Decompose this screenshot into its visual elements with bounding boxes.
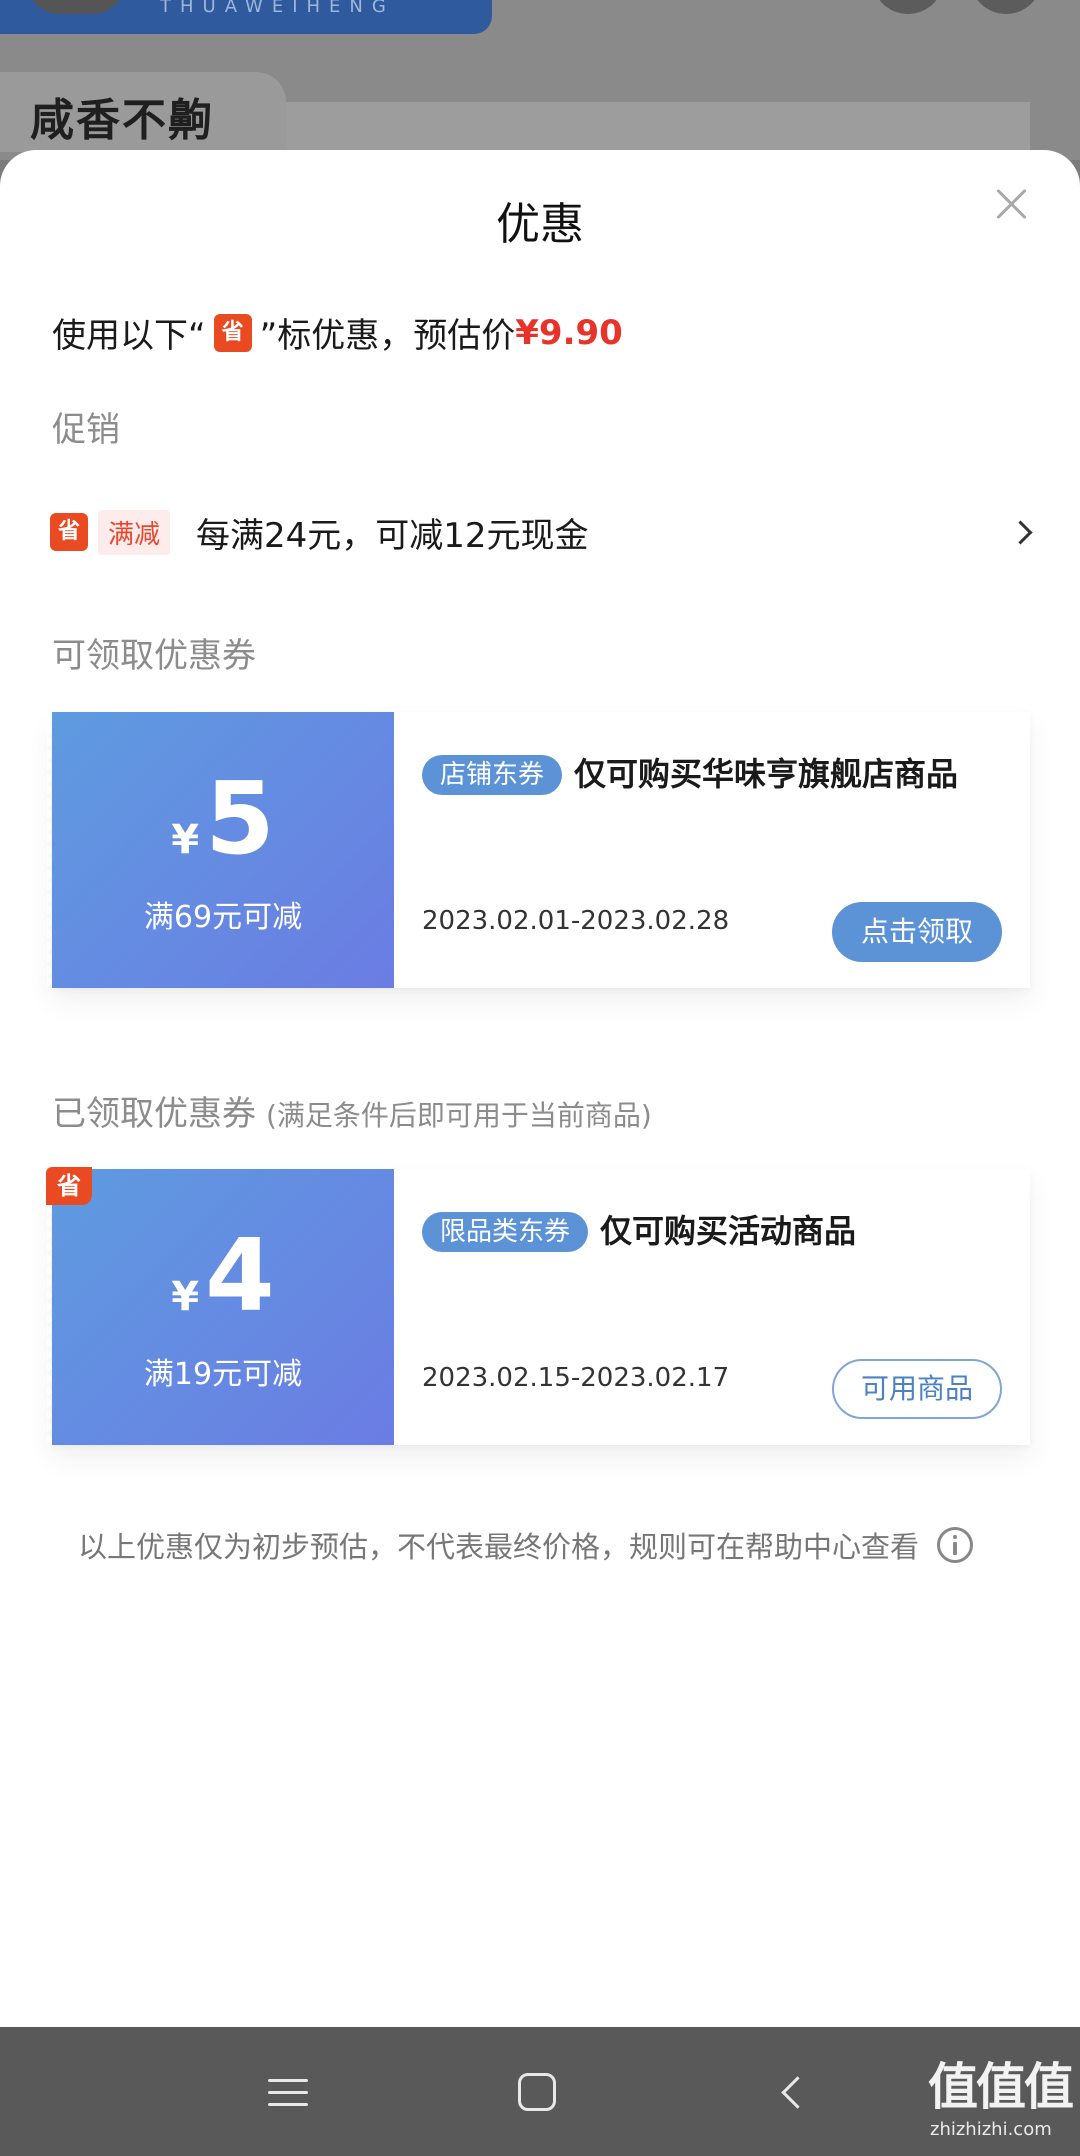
product-tag-text: 咸香不齁 [30, 95, 214, 146]
promo-section-label: 促销 [52, 410, 120, 450]
coupon-title: 店铺东券 仅可购买华味亨旗舰店商品 [422, 748, 970, 800]
view-eligible-products-button[interactable]: 可用商品 [832, 1359, 1002, 1419]
coupon-amount: ¥4 [52, 1221, 394, 1352]
claim-coupon-button[interactable]: 点击领取 [832, 902, 1002, 962]
disclaimer: 以上优惠仅为初步预估，不代表最终价格，规则可在帮助中心查看 [78, 1524, 974, 1566]
estimated-price: ¥9.90 [515, 312, 623, 353]
estimate-price-line: 使用以下“ 省 ”标优惠，预估价 ¥9.90 [52, 308, 623, 357]
coupon-type-tag: 店铺东券 [422, 755, 563, 795]
system-nav-bar: 值值值 zhizhizhi.com [0, 2027, 1080, 2156]
coupon-details: 限品类东券 仅可购买活动商品 2023.02.15-2023.02.17 可用商品 [394, 1169, 1030, 1445]
back-icon[interactable] [778, 2075, 808, 2109]
coupon-card: ¥5 满69元可减 店铺东券 仅可购买华味亨旗舰店商品 2023.02.01-20… [47, 712, 1030, 988]
coupon-validity-dates: 2023.02.15-2023.02.17 [422, 1363, 730, 1393]
disclaimer-text: 以上优惠仅为初步预估，不代表最终价格，规则可在帮助中心查看 [78, 1530, 920, 1564]
promo-text: 每满24元，可减12元现金 [196, 515, 589, 556]
currency-symbol: ¥ [171, 1274, 200, 1320]
coupon-details: 店铺东券 仅可购买华味亨旗舰店商品 2023.02.01-2023.02.28 点… [394, 712, 1030, 988]
coupon-description: 仅可购买华味亨旗舰店商品 [574, 755, 959, 793]
coupon-amount-value: 5 [205, 760, 275, 877]
coupon-condition: 满19元可减 [143, 1357, 303, 1392]
recent-apps-icon[interactable] [268, 2075, 308, 2109]
sheet-title: 优惠 [496, 199, 584, 250]
sheng-badge-icon: 省 [50, 513, 88, 551]
claimed-coupons-note: (满足条件后即可用于当前商品) [266, 1099, 652, 1132]
coupon-value-panel: ¥5 满69元可减 [47, 712, 394, 988]
coupon-validity-dates: 2023.02.01-2023.02.28 [422, 906, 730, 936]
coupon-value-panel: ¥4 满19元可减 [47, 1169, 394, 1445]
available-coupons-label: 可领取优惠券 [52, 636, 256, 676]
estimate-prefix: 使用以下“ [52, 316, 206, 356]
share-icon [872, 0, 944, 14]
more-icon [970, 0, 1042, 14]
coupon-amount: ¥5 [52, 764, 394, 895]
brand-banner-text: THUAWEIHENG [160, 0, 395, 17]
info-icon[interactable] [937, 1527, 974, 1563]
coupon-amount-value: 4 [205, 1217, 275, 1334]
home-icon[interactable] [518, 2073, 556, 2111]
coupon-description: 仅可购买活动商品 [600, 1212, 857, 1250]
coupon-title: 限品类东券 仅可购买活动商品 [422, 1205, 970, 1257]
coupon-type-tag: 限品类东券 [422, 1212, 589, 1252]
watermark-url: zhizhizhi.com [930, 2119, 1052, 2140]
discount-sheet: 优惠 使用以下“ 省 ”标优惠，预估价 ¥9.90 促销 省 满减 每满24元，… [0, 150, 1080, 2027]
claimed-coupons-title: 已领取优惠券 [52, 1094, 256, 1134]
sheng-corner-badge-icon: 省 [46, 1167, 92, 1205]
estimate-suffix: ”标优惠，预估价 [259, 316, 516, 356]
manjian-tag: 满减 [98, 509, 171, 555]
sheng-badge-icon: 省 [213, 313, 252, 352]
promo-row[interactable]: 省 满减 每满24元，可减12元现金 [50, 508, 1036, 556]
coupon-condition: 满69元可减 [143, 900, 303, 935]
claimed-coupons-label: 已领取优惠券 (满足条件后即可用于当前商品) [52, 1086, 652, 1135]
watermark-logo: 值值值 [928, 2058, 1074, 2116]
currency-symbol: ¥ [171, 817, 200, 863]
background-page: THUAWEIHENG 咸香不齁 [0, 0, 1080, 162]
close-icon[interactable] [988, 180, 1036, 228]
coupon-card: ¥4 满19元可减 省 限品类东券 仅可购买活动商品 2023.02.15-202… [46, 1167, 1030, 1445]
chevron-right-icon [1008, 518, 1036, 546]
